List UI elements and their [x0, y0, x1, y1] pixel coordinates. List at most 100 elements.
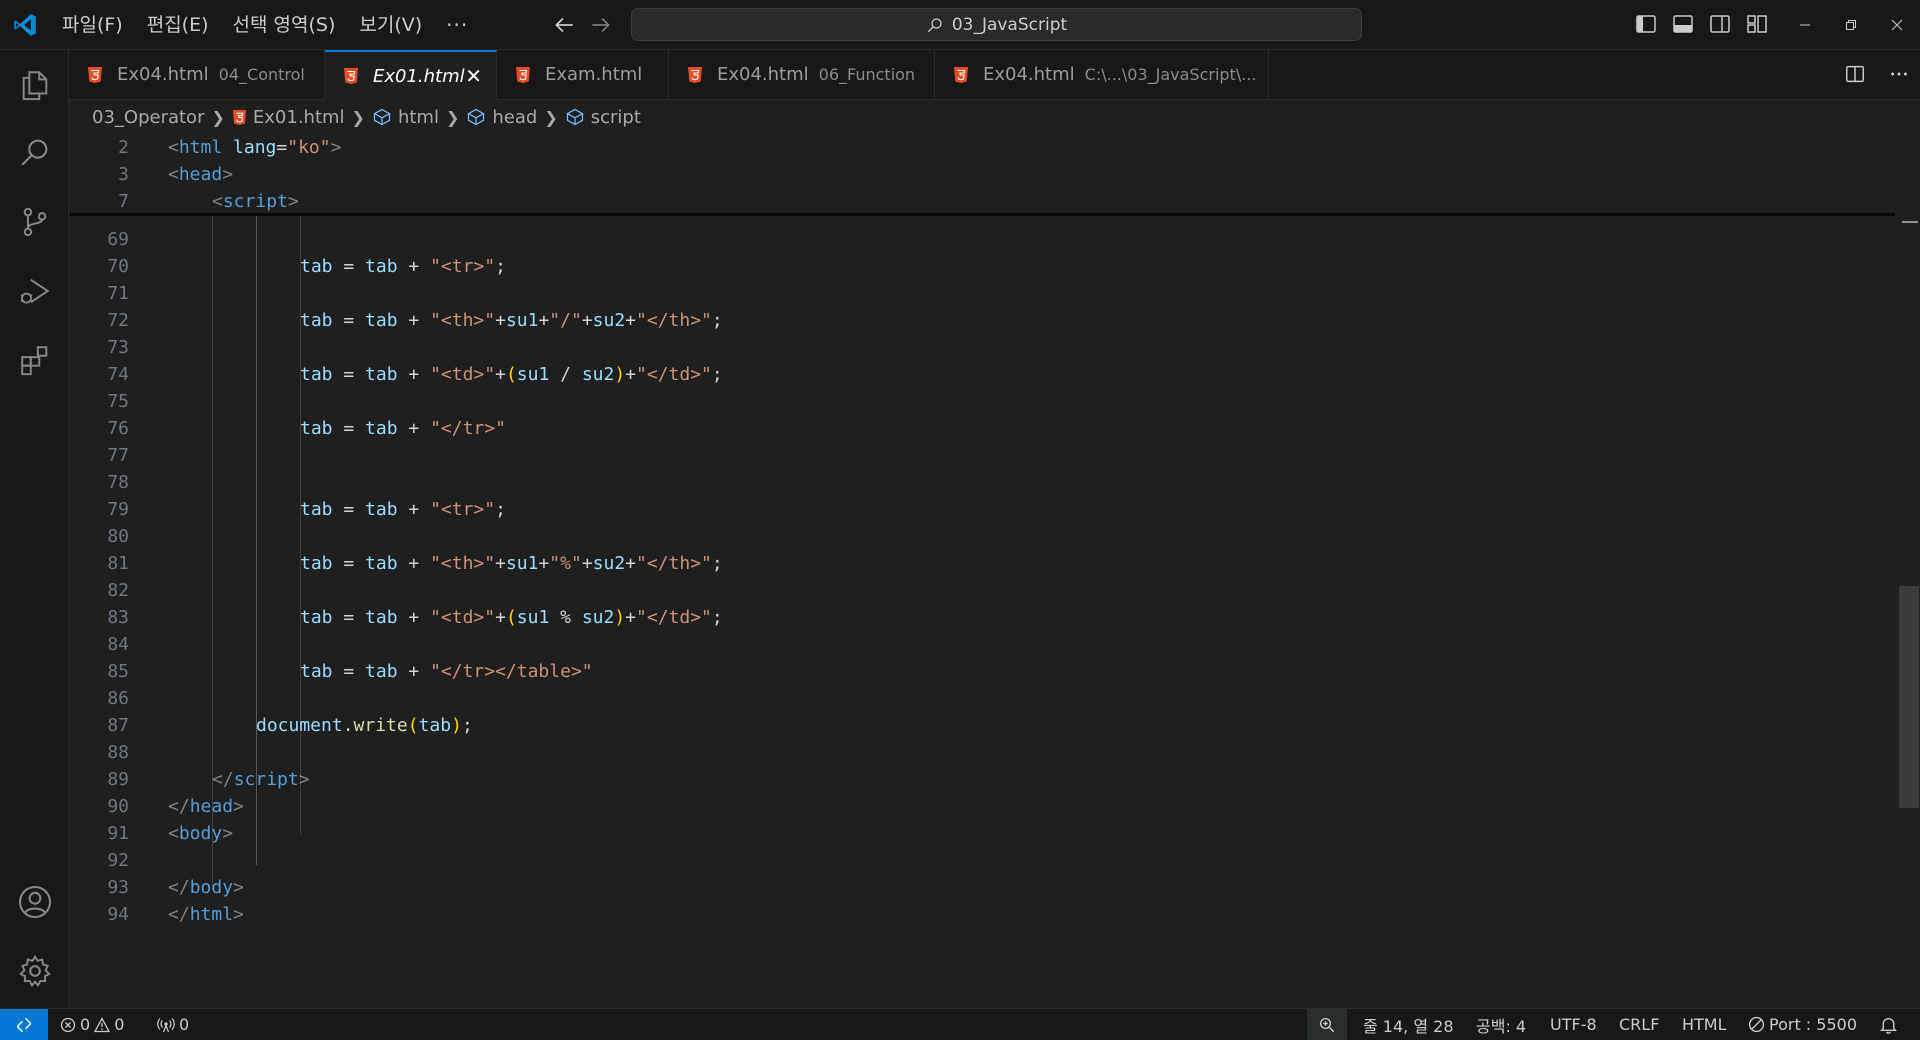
command-center-search[interactable]: 03_JavaScript	[631, 8, 1362, 41]
language-mode[interactable]: HTML	[1682, 1009, 1727, 1040]
restore-icon[interactable]	[1828, 0, 1874, 49]
zoom-icon[interactable]	[1307, 1009, 1347, 1040]
cursor-position[interactable]: 줄 14, 열 28	[1363, 1009, 1454, 1040]
code-line: 80	[69, 523, 1869, 550]
line-number: 72	[107, 310, 129, 331]
source-control-icon[interactable]	[0, 194, 69, 250]
vscode-logo-icon	[0, 0, 50, 49]
tab-ex04-javascript[interactable]: Ex04.html C:\...\03_JavaScript\...	[935, 50, 1269, 99]
minimize-icon[interactable]	[1782, 0, 1828, 49]
line-number: 84	[107, 634, 129, 655]
arrow-left-icon[interactable]	[551, 12, 577, 38]
line-number: 91	[107, 823, 129, 844]
split-editor-icon[interactable]	[1844, 63, 1866, 85]
sticky-line[interactable]: 2 <html lang="ko">	[69, 134, 1869, 161]
manage-gear-icon[interactable]	[0, 943, 69, 999]
html-file-icon	[232, 109, 247, 126]
sticky-line[interactable]: 7 <script>	[69, 188, 1869, 215]
sticky-scroll[interactable]: 2 <html lang="ko"> 3 <head> 7 <script>	[69, 134, 1895, 215]
code-editor[interactable]: 69 70 tab = tab + "<tr>"; 71 72 tab = tab …	[69, 134, 1920, 1008]
line-number: 94	[107, 904, 129, 925]
extensions-icon[interactable]	[0, 332, 69, 388]
line-number: 70	[107, 256, 129, 277]
broadcast-icon	[157, 1017, 175, 1033]
line-number: 76	[107, 418, 129, 439]
explorer-icon[interactable]	[0, 57, 69, 113]
line-number: 7	[118, 191, 129, 212]
line-number: 87	[107, 715, 129, 736]
tab-ex04-control[interactable]: Ex04.html 04_Control	[69, 50, 325, 99]
chevron-right-icon: ❯	[351, 107, 365, 127]
html-file-icon	[687, 66, 703, 84]
line-number: 90	[107, 796, 129, 817]
vertical-scrollbar[interactable]	[1899, 134, 1920, 1008]
breadcrumb-head-label: head	[492, 106, 538, 128]
tab-label: Ex01.html	[373, 65, 465, 87]
breadcrumb-script[interactable]: script	[565, 107, 641, 128]
toggle-panel-icon[interactable]	[1671, 12, 1695, 36]
window-controls	[1782, 0, 1920, 49]
code-text: document.write(tab);	[256, 715, 473, 736]
account-icon[interactable]	[0, 874, 69, 930]
search-icon	[926, 16, 944, 34]
ports-count: 0	[179, 1015, 190, 1034]
tab-exam[interactable]: Exam.html	[497, 50, 669, 99]
code-line: 75	[69, 388, 1869, 415]
symbol-element-icon	[565, 107, 585, 127]
code-line: 71	[69, 280, 1869, 307]
tab-ex04-function[interactable]: Ex04.html 06_Function	[669, 50, 935, 99]
end-of-line[interactable]: CRLF	[1619, 1009, 1659, 1040]
sticky-line[interactable]: 3 <head>	[69, 161, 1869, 188]
menu-view[interactable]: 보기(V)	[347, 8, 434, 42]
line-number: 75	[107, 391, 129, 412]
line-number: 83	[107, 607, 129, 628]
code-line: 86	[69, 685, 1869, 712]
line-number: 82	[107, 580, 129, 601]
more-actions-icon[interactable]	[1888, 63, 1910, 85]
close-icon[interactable]: ✕	[465, 64, 482, 88]
tab-label: Ex04.html	[717, 64, 809, 85]
breadcrumb-file[interactable]: Ex01.html	[232, 107, 345, 128]
code-line: 90 </head>	[69, 793, 1869, 820]
search-view-icon[interactable]	[0, 124, 69, 180]
line-number: 80	[107, 526, 129, 547]
problems-indicator[interactable]: 0 0	[60, 1009, 124, 1040]
arrow-right-icon[interactable]	[588, 12, 614, 38]
line-number: 85	[107, 661, 129, 682]
code-line: 85 tab = tab + "</tr></table>"	[69, 658, 1869, 685]
menu-file[interactable]: 파일(F)	[50, 8, 135, 42]
line-number: 71	[107, 283, 129, 304]
line-number: 69	[107, 229, 129, 250]
encoding[interactable]: UTF-8	[1550, 1009, 1597, 1040]
tab-ex01-active[interactable]: Ex01.html ✕	[325, 50, 497, 100]
code-text: </html>	[168, 904, 244, 925]
customize-layout-icon[interactable]	[1745, 12, 1769, 36]
menu-selection[interactable]: 선택 영역(S)	[221, 8, 348, 42]
code-line: 92	[69, 847, 1869, 874]
menu-edit[interactable]: 편집(E)	[135, 8, 221, 42]
ports-indicator[interactable]: 0	[157, 1009, 189, 1040]
breadcrumb-head[interactable]: head	[466, 107, 537, 128]
code-line: 83 tab = tab + "<td>"+(su1 % su2)+"</td>"…	[69, 604, 1869, 631]
menu-more-button[interactable]: ···	[434, 8, 480, 42]
breadcrumb-html[interactable]: html	[372, 107, 439, 128]
close-icon[interactable]	[1874, 0, 1920, 49]
indentation[interactable]: 공백: 4	[1476, 1009, 1526, 1040]
breadcrumb-folder[interactable]: 03_Operator	[92, 107, 204, 128]
toggle-primary-sidebar-icon[interactable]	[1634, 12, 1658, 36]
code-text: <html lang="ko">	[168, 137, 342, 158]
live-server-port[interactable]: Port : 5500	[1748, 1009, 1857, 1040]
toggle-secondary-sidebar-icon[interactable]	[1708, 12, 1732, 36]
tab-description: 06_Function	[818, 65, 916, 84]
remote-icon[interactable]	[0, 1009, 48, 1040]
warning-count: 0	[114, 1015, 125, 1034]
code-text: <script>	[212, 191, 299, 212]
run-debug-icon[interactable]	[0, 263, 69, 319]
code-text: tab = tab + "</tr>"	[300, 418, 506, 439]
code-text: tab = tab + "<td>"+(su1 / su2)+"</td>";	[300, 364, 723, 385]
scrollbar-thumb[interactable]	[1899, 586, 1919, 808]
code-text: tab = tab + "<th>"+su1+"%"+su2+"</th>";	[300, 553, 723, 574]
bell-icon[interactable]	[1880, 1009, 1897, 1040]
error-count: 0	[80, 1015, 91, 1034]
port-icon	[1748, 1016, 1765, 1033]
